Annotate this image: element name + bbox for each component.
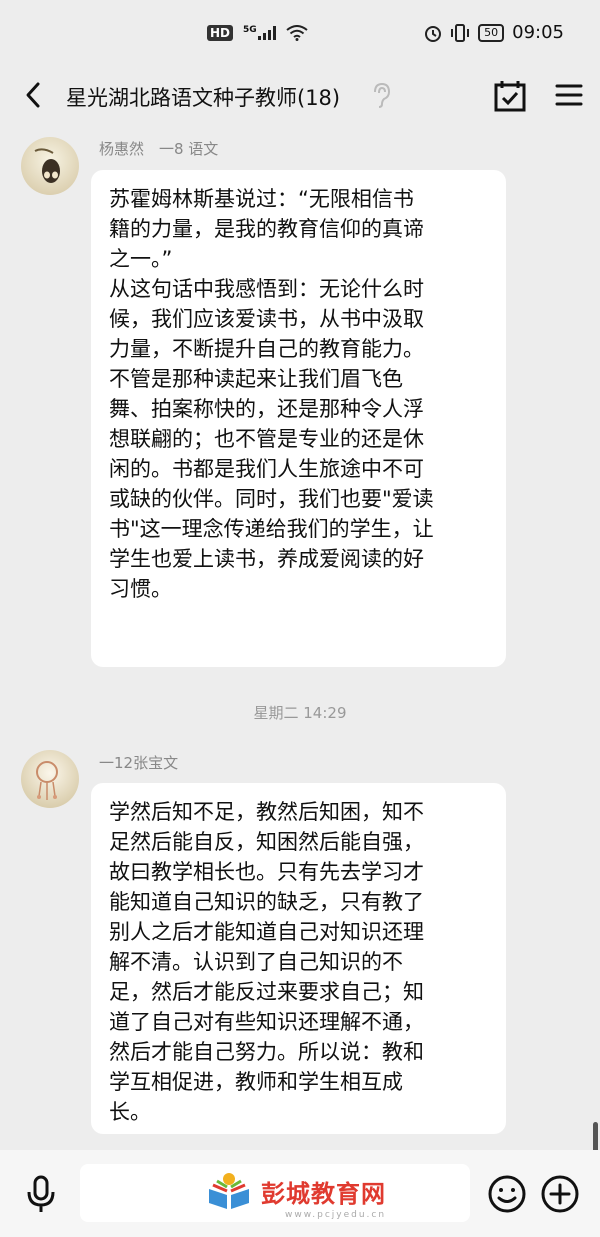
battery-icon: 50 xyxy=(478,23,505,42)
voice-button[interactable] xyxy=(24,1174,58,1214)
emoji-button[interactable] xyxy=(487,1174,527,1214)
hd-badge: HD xyxy=(207,25,234,41)
message-bubble[interactable]: 学然后知不足，教然后知困，知不 足然后能自反，知困然后能自强， 故曰教学相长也。… xyxy=(91,783,506,1134)
watermark-text: 彭城教育网 xyxy=(261,1179,386,1208)
status-bar: HD 5G 50 09:05 xyxy=(0,0,600,70)
alarm-icon xyxy=(425,25,442,42)
menu-icon xyxy=(555,84,583,106)
sender-name: 一12张宝文 xyxy=(99,754,179,772)
clock: 09:05 xyxy=(512,22,564,43)
book-logo-icon xyxy=(209,1173,249,1209)
sender-name: 杨惠然 一8 语文 xyxy=(99,140,219,158)
avatar[interactable] xyxy=(21,750,79,808)
emoji-icon xyxy=(488,1175,526,1213)
calendar-button[interactable] xyxy=(490,78,530,114)
avatar[interactable] xyxy=(21,137,79,195)
microphone-icon xyxy=(27,1175,55,1212)
signal-icon: 5G xyxy=(243,25,276,40)
more-button[interactable] xyxy=(540,1174,580,1214)
plus-icon xyxy=(541,1175,579,1213)
input-bar: 彭城教育网 www.pcjyedu.cn xyxy=(0,1150,600,1237)
timestamp: 星期二 14:29 xyxy=(253,704,347,722)
watermark-url: www.pcjyedu.cn xyxy=(285,1210,387,1220)
chat-title: 星光湖北路语文种子教师(18) xyxy=(66,86,341,110)
watermark-logo: 彭城教育网 xyxy=(205,1171,386,1211)
vibrate-icon xyxy=(451,23,470,42)
calendar-check-icon xyxy=(494,81,526,112)
network-type-label: 5G xyxy=(243,25,257,35)
menu-button[interactable] xyxy=(552,80,586,110)
message-bubble[interactable]: 苏霍姆林斯基说过：“无限相信书 籍的力量，是我的教育信仰的真谛 之一。” 从这句… xyxy=(91,170,506,667)
back-icon xyxy=(26,82,40,108)
chat-header: 星光湖北路语文种子教师(18) xyxy=(0,70,600,120)
back-button[interactable] xyxy=(18,78,52,112)
message-input[interactable]: 彭城教育网 www.pcjyedu.cn xyxy=(80,1164,470,1222)
ear-icon xyxy=(370,82,392,108)
wifi-icon xyxy=(286,25,308,41)
